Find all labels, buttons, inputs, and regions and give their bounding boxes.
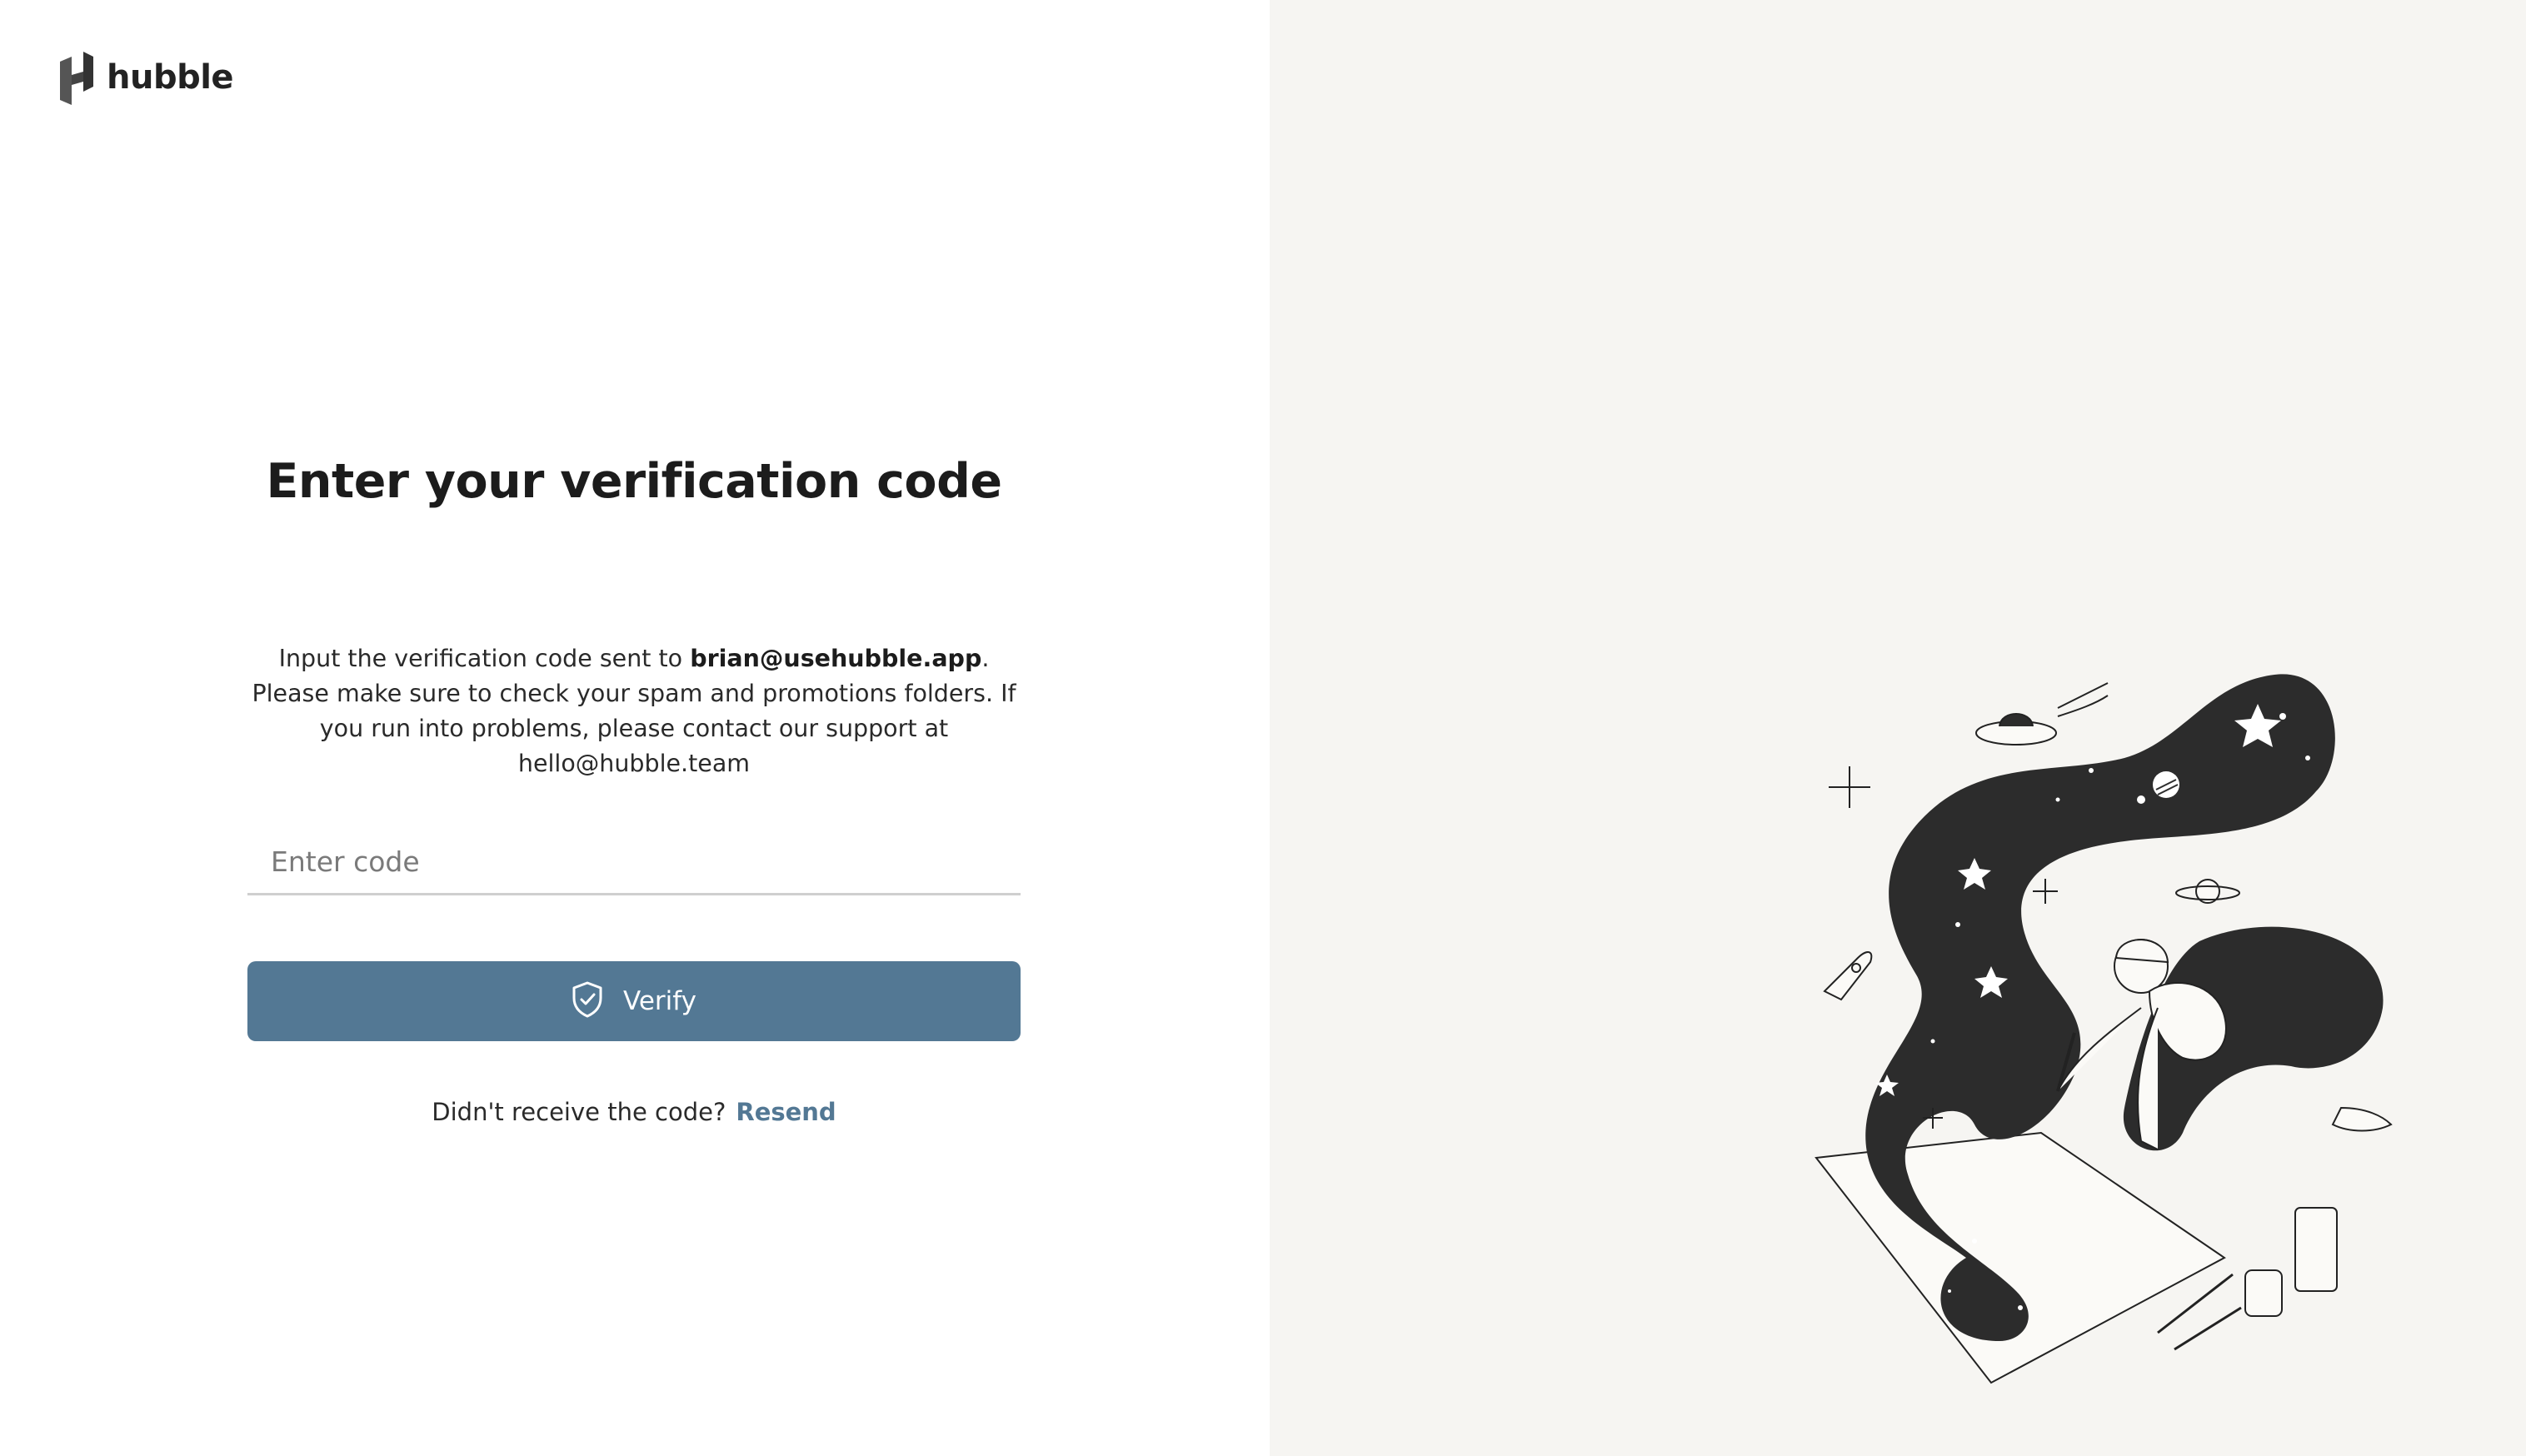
instructions-prefix: Input the verification code sent to — [278, 645, 691, 672]
page-title: Enter your verification code — [266, 454, 1002, 509]
ufo-drawing — [1975, 682, 2109, 745]
resend-row: Didn't receive the code? Resend — [247, 1098, 1021, 1126]
hubble-logo-icon — [58, 50, 95, 105]
recipient-email: brian@usehubble.app — [690, 645, 982, 672]
resend-prompt: Didn't receive the code? — [432, 1098, 726, 1126]
resend-link[interactable]: Resend — [736, 1098, 836, 1126]
verify-button[interactable]: Verify — [247, 961, 1021, 1041]
brand[interactable]: hubble — [58, 48, 234, 107]
verification-page: hubble Enter your verification code Inpu… — [0, 0, 2526, 1456]
space-painter-illustration — [1808, 658, 2441, 1391]
code-field[interactable] — [247, 830, 1021, 895]
verify-button-label: Verify — [623, 986, 696, 1016]
shield-check-icon — [572, 981, 603, 1022]
brand-name: hubble — [107, 58, 234, 97]
form-panel: hubble Enter your verification code Inpu… — [0, 0, 1270, 1456]
instructions-text: Input the verification code sent to bria… — [247, 641, 1021, 781]
code-input[interactable] — [247, 830, 1021, 893]
ringed-planet — [2175, 879, 2240, 904]
rocket-drawing — [1823, 951, 1873, 1001]
